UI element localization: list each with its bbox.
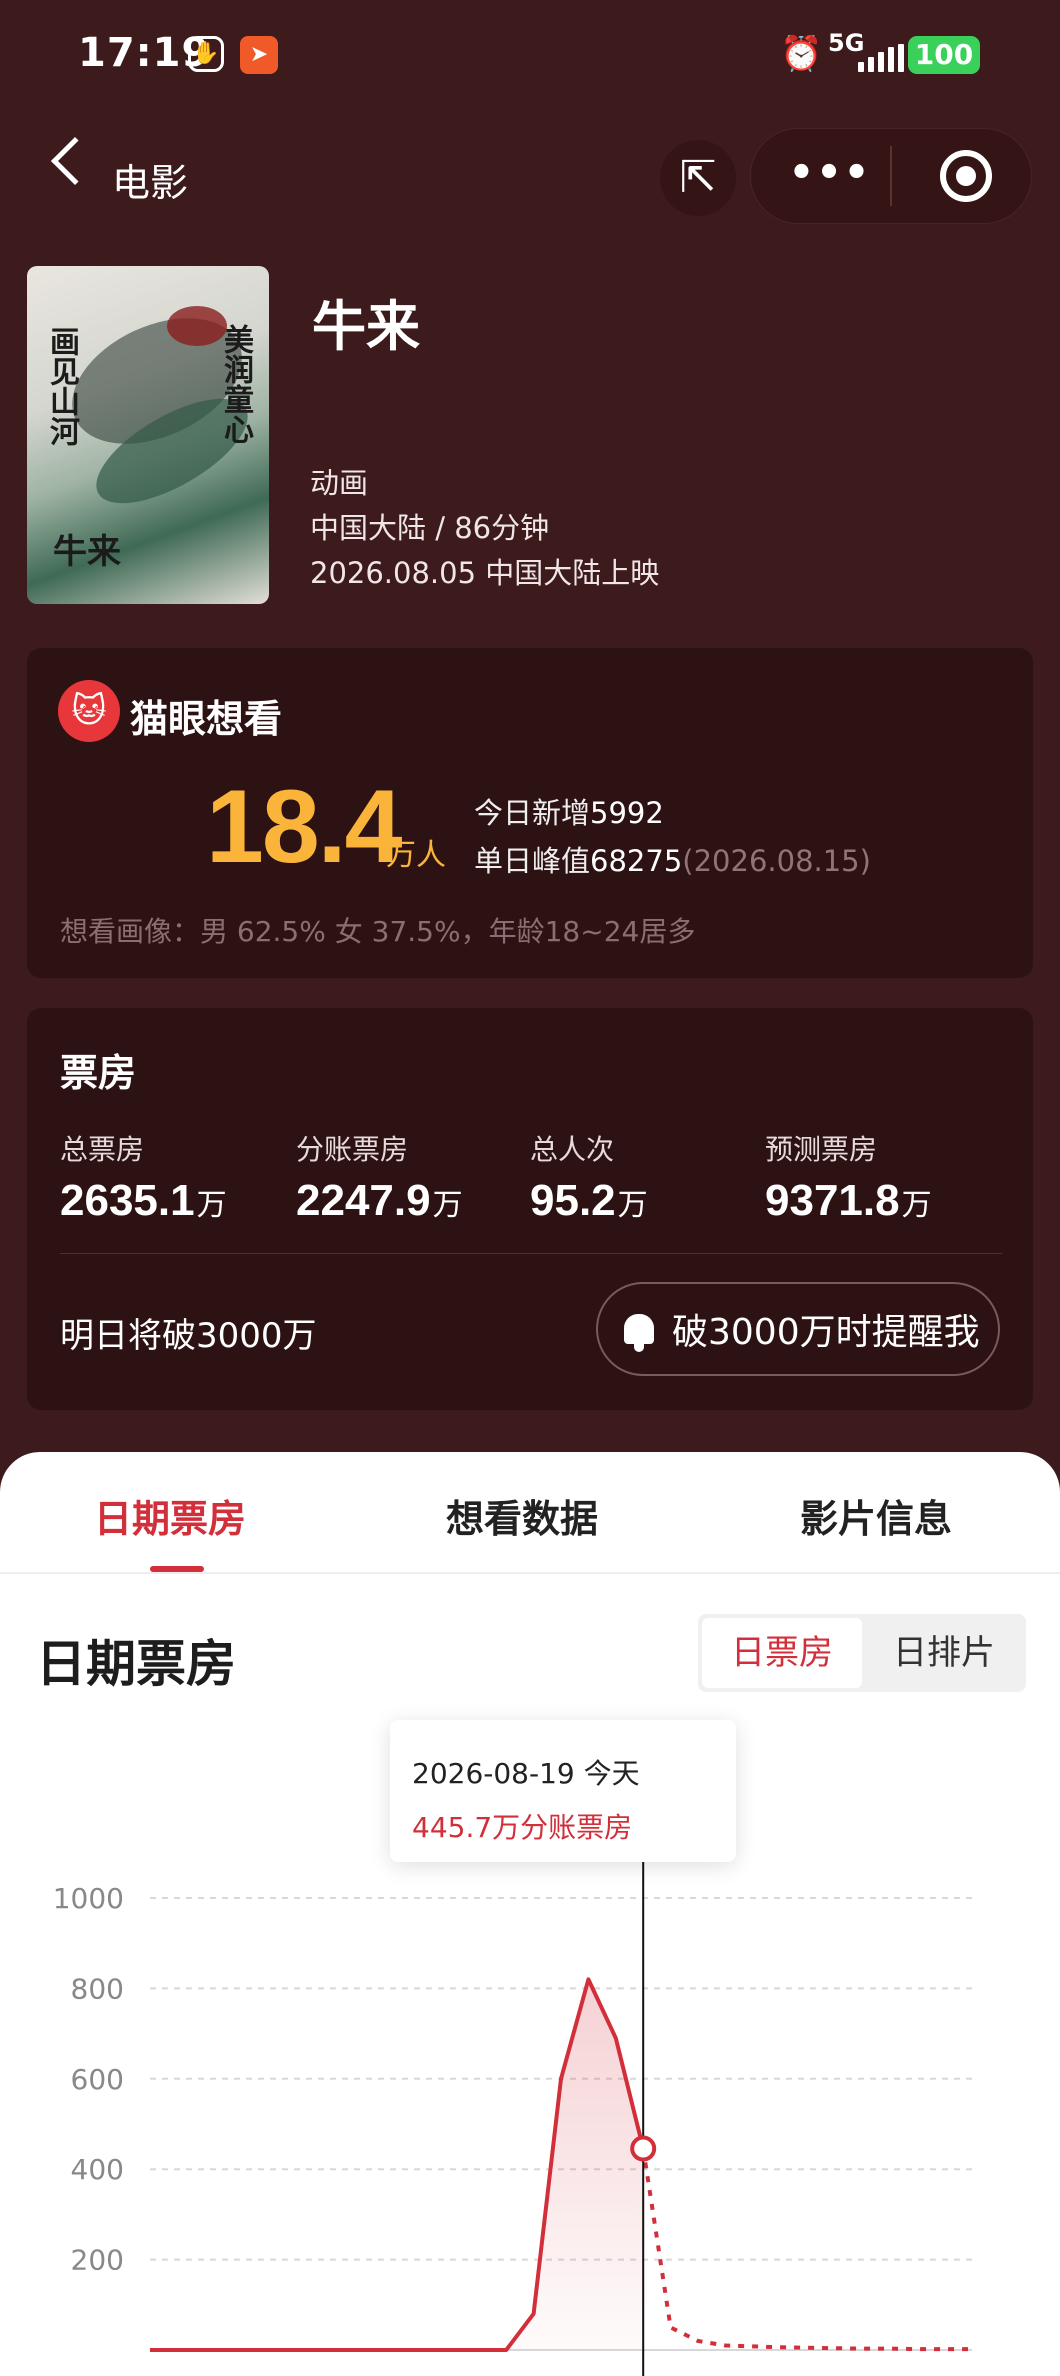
share-icon[interactable]: ⇱ (660, 140, 736, 216)
wish-peak: 单日峰值68275(2026.08.15) (474, 838, 871, 880)
close-target-icon[interactable] (940, 150, 992, 202)
more-icon[interactable]: ••• (780, 148, 880, 204)
stat-label: 总票房 (60, 1133, 145, 1166)
actual-area (150, 1979, 644, 2350)
poster-text-2: 美润童心 (218, 324, 253, 444)
tab-wish-data[interactable]: 想看数据 (446, 1488, 598, 1543)
prediction-text: 明日将破3000万 (60, 1316, 317, 1356)
alarm-icon: ⏰ (780, 34, 823, 74)
battery-icon: 100 (908, 36, 980, 74)
wish-peak-date: (2026.08.15) (682, 844, 871, 878)
stat-admissions: 总人次 95.2万 (530, 1128, 760, 1226)
movie-poster[interactable]: 画见山河 美润童心 牛来 (27, 266, 269, 604)
highlight-point (630, 2135, 657, 2162)
capsule-divider (890, 146, 892, 206)
tabs-divider (0, 1572, 1060, 1574)
movie-release: 2026.08.05 中国大陆上映 (310, 556, 660, 590)
stat-total: 总票房 2635.1万 (60, 1128, 290, 1226)
wish-today: 今日新增5992 (474, 790, 664, 832)
stat-split: 分账票房 2247.9万 (296, 1128, 526, 1226)
remind-button-label: 破3000万时提醒我 (672, 1312, 980, 1353)
poster-text-1: 画见山河 (44, 326, 79, 446)
wish-title: 猫眼想看 (130, 697, 283, 741)
y-tick-label: 800 (71, 1972, 124, 2005)
stat-label: 预测票房 (765, 1133, 878, 1166)
poster-text-3: 牛来 (53, 532, 121, 572)
stat-value: 9371.8万 (765, 1176, 932, 1225)
bell-icon (624, 1314, 654, 1352)
daily-section-title: 日期票房 (36, 1635, 236, 1693)
forecast-series-line (641, 2148, 972, 2352)
maoyan-cat-icon: 🐱 (58, 680, 120, 742)
remind-button[interactable]: 破3000万时提醒我 (596, 1282, 1000, 1376)
wish-count: 18.4 (206, 769, 402, 885)
tab-film-info[interactable]: 影片信息 (800, 1488, 952, 1543)
wish-profile: 想看画像：男 62.5% 女 37.5%，年龄18~24居多 (60, 915, 696, 948)
stat-value: 95.2万 (530, 1176, 648, 1225)
y-tick-label: 200 (71, 2244, 124, 2277)
movie-region-duration: 中国大陆 / 86分钟 (310, 511, 550, 545)
y-tick-label: 1000 (53, 1882, 124, 1915)
daily-box-office-chart[interactable]: 1000 800 600 400 200 (0, 1860, 1060, 2376)
back-chevron-icon[interactable] (50, 136, 100, 186)
wish-peak-value: 68275 (590, 844, 683, 878)
toggle-daily-schedule[interactable]: 日排片 (866, 1618, 1022, 1688)
box-office-divider (60, 1253, 1002, 1254)
hand-icon: ✋ (188, 36, 224, 72)
box-office-title: 票房 (60, 1051, 137, 1095)
y-tick-label: 400 (71, 2153, 124, 2186)
stat-value: 2635.1万 (60, 1176, 227, 1225)
toggle-daily-box-office[interactable]: 日票房 (702, 1618, 862, 1688)
tab-daily-box-office[interactable]: 日期票房 (94, 1488, 246, 1543)
movie-genre: 动画 (310, 466, 369, 500)
stat-label: 分账票房 (296, 1133, 409, 1166)
wish-peak-label: 单日峰值 (474, 844, 591, 878)
stat-value: 2247.9万 (296, 1176, 463, 1225)
wish-unit: 万人 (386, 838, 446, 873)
stat-label: 总人次 (530, 1133, 615, 1166)
signal-icon (858, 44, 904, 72)
tooltip-date: 2026-08-19 今天 (412, 1757, 640, 1790)
tooltip-value: 445.7万分账票房 (412, 1811, 633, 1844)
app-notification-icon: ➤ (240, 36, 278, 74)
y-tick-label: 600 (71, 2063, 124, 2096)
stat-forecast: 预测票房 9371.8万 (765, 1128, 995, 1226)
nav-title[interactable]: 电影 (112, 152, 188, 207)
wish-today-value: 5992 (590, 796, 664, 830)
wish-today-label: 今日新增 (474, 796, 591, 830)
movie-title: 牛来 (312, 295, 420, 358)
